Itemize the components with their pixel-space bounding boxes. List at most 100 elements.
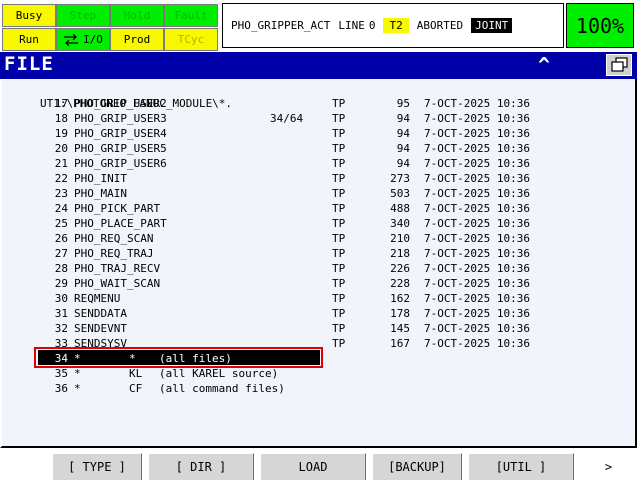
- file-date: 7-OCT-2025 10:36: [424, 292, 530, 305]
- filter-description: (all KAREL source): [159, 367, 279, 380]
- file-number: 32: [54, 322, 68, 335]
- load-softkey[interactable]: LOAD: [260, 453, 366, 480]
- file-row[interactable]: 20 PHO_GRIP_USER5 TP 94 7-OCT-2025 10:36: [2, 141, 602, 156]
- file-row[interactable]: 24 PHO_PICK_PART TP 488 7-OCT-2025 10:36: [2, 201, 602, 216]
- file-name: PHO_GRIP_USER5: [74, 142, 167, 155]
- file-number: 24: [54, 202, 68, 215]
- file-number: 28: [54, 262, 68, 275]
- file-type: TP: [332, 337, 346, 350]
- file-date: 7-OCT-2025 10:36: [424, 187, 530, 200]
- filter-extension: KL: [129, 367, 143, 380]
- file-type: TP: [332, 187, 346, 200]
- file-number: 17: [54, 97, 68, 110]
- execution-state: ABORTED: [416, 19, 464, 32]
- file-number: 19: [54, 127, 68, 140]
- file-date: 7-OCT-2025 10:36: [424, 307, 530, 320]
- program-name: PHO_GRIPPER_ACT: [231, 19, 331, 32]
- file-size: 210: [390, 232, 410, 245]
- file-date: 7-OCT-2025 10:36: [424, 97, 530, 110]
- file-type: TP: [332, 97, 346, 110]
- util-softkey[interactable]: [UTIL ]: [468, 453, 574, 480]
- file-size: 226: [390, 262, 410, 275]
- file-name: REQMENU: [74, 292, 121, 305]
- window-stack-icon: [611, 57, 628, 72]
- file-row[interactable]: 27 PHO_REQ_TRAJ TP 218 7-OCT-2025 10:36: [2, 246, 602, 261]
- hold-indicator: Hold: [110, 4, 164, 27]
- file-row[interactable]: 18 PHO_GRIP_USER3 TP 94 7-OCT-2025 10:36: [2, 111, 602, 126]
- file-size: 178: [390, 307, 410, 320]
- file-type: TP: [332, 127, 346, 140]
- tcyc-indicator: TCyc: [164, 28, 218, 51]
- status-bar: Busy Step Hold Fault Run I/O Prod TCyc P…: [0, 0, 637, 52]
- file-row[interactable]: 26 PHO_REQ_SCAN TP 210 7-OCT-2025 10:36: [2, 231, 602, 246]
- file-date: 7-OCT-2025 10:36: [424, 172, 530, 185]
- file-row[interactable]: 19 PHO_GRIP_USER4 TP 94 7-OCT-2025 10:36: [2, 126, 602, 141]
- file-name: PHO_PICK_PART: [74, 202, 161, 215]
- file-name: PHO_MAIN: [74, 187, 127, 200]
- file-date: 7-OCT-2025 10:36: [424, 157, 530, 170]
- file-row[interactable]: 29 PHO_WAIT_SCAN TP 228 7-OCT-2025 10:36: [2, 276, 602, 291]
- scroll-up-icon[interactable]: ^: [538, 53, 550, 77]
- function-key-bar: [ TYPE ] [ DIR ] LOAD [BACKUP] [UTIL ] >: [0, 450, 637, 480]
- filter-name: *: [74, 367, 81, 380]
- file-size: 145: [390, 322, 410, 335]
- file-size: 94: [396, 142, 410, 155]
- file-size: 340: [390, 217, 410, 230]
- file-name: PHO_REQ_SCAN: [74, 232, 154, 245]
- file-row[interactable]: 17 PHO_GRIP_USER2 TP 95 7-OCT-2025 10:36: [2, 96, 602, 111]
- filter-row[interactable]: 36 * CF (all command files): [2, 381, 602, 396]
- file-name: SENDDATA: [74, 307, 127, 320]
- file-name: PHO_GRIP_USER2: [74, 97, 167, 110]
- file-type: TP: [332, 292, 346, 305]
- file-list-panel: UT1:\PHOTONEO_FANUC_MODULE\*. 34/64 17 PH…: [0, 79, 637, 448]
- directory-header: UT1:\PHOTONEO_FANUC_MODULE\*. 34/64: [2, 81, 602, 125]
- file-name: PHO_GRIP_USER6: [74, 157, 167, 170]
- run-indicator: Run: [2, 28, 56, 51]
- file-number: 31: [54, 307, 68, 320]
- speed-override[interactable]: 100%: [566, 3, 634, 48]
- type-softkey[interactable]: [ TYPE ]: [52, 453, 142, 480]
- file-date: 7-OCT-2025 10:36: [424, 277, 530, 290]
- fault-indicator: Fault: [164, 4, 218, 27]
- file-row[interactable]: 30 REQMENU TP 162 7-OCT-2025 10:36: [2, 291, 602, 306]
- selection-outline: [34, 347, 323, 368]
- file-type: TP: [332, 277, 346, 290]
- screen-title: FILE: [4, 53, 54, 75]
- file-number: 18: [54, 112, 68, 125]
- file-date: 7-OCT-2025 10:36: [424, 262, 530, 275]
- file-row[interactable]: 31 SENDDATA TP 178 7-OCT-2025 10:36: [2, 306, 602, 321]
- file-size: 228: [390, 277, 410, 290]
- file-row[interactable]: 22 PHO_INIT TP 273 7-OCT-2025 10:36: [2, 171, 602, 186]
- file-size: 94: [396, 157, 410, 170]
- file-type: TP: [332, 142, 346, 155]
- filter-description: (all command files): [159, 382, 285, 395]
- file-number: 25: [54, 217, 68, 230]
- file-size: 167: [390, 337, 410, 350]
- file-row[interactable]: 23 PHO_MAIN TP 503 7-OCT-2025 10:36: [2, 186, 602, 201]
- screen-title-bar: FILE ^: [0, 52, 637, 79]
- file-row[interactable]: 32 SENDEVNT TP 145 7-OCT-2025 10:36: [2, 321, 602, 336]
- dir-softkey[interactable]: [ DIR ]: [148, 453, 254, 480]
- window-layout-button[interactable]: [606, 54, 632, 76]
- io-indicator: I/O: [56, 28, 110, 51]
- backup-softkey[interactable]: [BACKUP]: [372, 453, 462, 480]
- file-size: 218: [390, 247, 410, 260]
- file-row[interactable]: 28 PHO_TRAJ_RECV TP 226 7-OCT-2025 10:36: [2, 261, 602, 276]
- filter-name: *: [74, 382, 81, 395]
- file-row[interactable]: 25 PHO_PLACE_PART TP 340 7-OCT-2025 10:36: [2, 216, 602, 231]
- file-number: 23: [54, 187, 68, 200]
- file-number: 20: [54, 142, 68, 155]
- file-date: 7-OCT-2025 10:36: [424, 127, 530, 140]
- prod-indicator: Prod: [110, 28, 164, 51]
- file-date: 7-OCT-2025 10:36: [424, 112, 530, 125]
- file-row[interactable]: 21 PHO_GRIP_USER6 TP 94 7-OCT-2025 10:36: [2, 156, 602, 171]
- filter-row[interactable]: 35 * KL (all KAREL source): [2, 366, 602, 381]
- file-size: 503: [390, 187, 410, 200]
- file-number: 30: [54, 292, 68, 305]
- file-size: 94: [396, 127, 410, 140]
- filter-number: 35: [54, 367, 68, 380]
- step-indicator: Step: [56, 4, 110, 27]
- file-type: TP: [332, 262, 346, 275]
- next-page-softkey[interactable]: >: [582, 453, 635, 480]
- file-number: 27: [54, 247, 68, 260]
